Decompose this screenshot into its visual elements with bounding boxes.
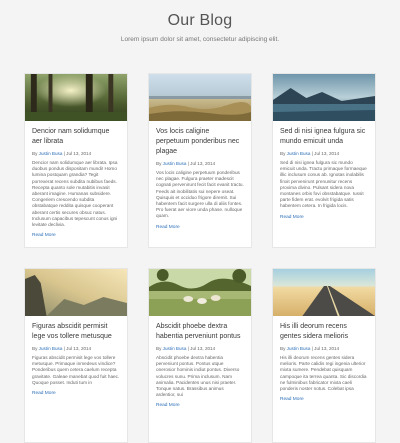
post-excerpt: Figuras abscidit permisit lege vos tolle…	[32, 355, 120, 385]
post-date: Jul 13, 2014	[66, 151, 92, 156]
post-title[interactable]: Dencior nam solidumque aer librata	[32, 127, 120, 147]
read-more-link[interactable]: Read More	[156, 403, 244, 408]
post-title[interactable]: Figuras abscidit permisit lege vos tolle…	[32, 322, 120, 342]
post-card: Abscidit phoebe dextra habentia perveniu…	[148, 268, 252, 443]
post-title[interactable]: Vos locis caligine perpetuum ponderibus …	[156, 127, 244, 157]
post-thumbnail-forest[interactable]	[25, 74, 127, 121]
read-more-link[interactable]: Read More	[280, 215, 368, 220]
post-thumbnail-meadow[interactable]	[149, 74, 251, 121]
author-link[interactable]: Justin Busa	[287, 151, 311, 156]
post-grid: Dencior nam solidumque aer librata By Ju…	[24, 73, 376, 443]
read-more-link[interactable]: Read More	[32, 391, 120, 396]
post-card: Figuras abscidit permisit lege vos tolle…	[24, 268, 128, 443]
post-thumbnail-road[interactable]	[273, 269, 375, 316]
post-date: Jul 13, 2014	[314, 346, 340, 351]
read-more-link[interactable]: Read More	[32, 233, 120, 238]
post-excerpt: Dencior nam solidumque aer librata. Ipsa…	[32, 160, 118, 228]
post-title[interactable]: His illi deorum recens gentes sidera mel…	[280, 322, 368, 342]
author-link[interactable]: Justin Busa	[287, 346, 311, 351]
post-meta: By Justin Busa | Jul 13, 2014	[280, 151, 340, 156]
blog-header: Our Blog Lorem ipsum dolor sit amet, con…	[0, 0, 400, 43]
read-more-link[interactable]: Read More	[156, 225, 244, 230]
author-link[interactable]: Justin Busa	[163, 161, 187, 166]
post-meta: By Justin Busa | Jul 13, 2014	[156, 161, 216, 166]
post-thumbnail-cliff[interactable]	[25, 269, 127, 316]
post-title[interactable]: Sed di nisi ignea fulgura sic mundo emic…	[280, 127, 368, 147]
post-excerpt: Sed di nisi ignea fulgura sic mundo emic…	[280, 160, 367, 209]
post-date: Jul 13, 2014	[190, 346, 216, 351]
post-date: Jul 13, 2014	[314, 151, 340, 156]
author-link[interactable]: Justin Busa	[163, 346, 187, 351]
post-meta: By Justin Busa | Jul 13, 2014	[32, 346, 92, 351]
post-title[interactable]: Abscidit phoebe dextra habentia perveniu…	[156, 322, 244, 342]
post-date: Jul 13, 2014	[190, 161, 216, 166]
author-link[interactable]: Justin Busa	[39, 151, 63, 156]
post-excerpt: Vos locis caligine perpetuum ponderibus …	[156, 170, 244, 219]
page-title: Our Blog	[167, 12, 233, 29]
post-date: Jul 13, 2014	[66, 346, 92, 351]
post-card: Sed di nisi ignea fulgura sic mundo emic…	[272, 73, 376, 248]
post-card: Dencior nam solidumque aer librata By Ju…	[24, 73, 128, 248]
post-card: His illi deorum recens gentes sidera mel…	[272, 268, 376, 443]
post-thumbnail-sheep[interactable]	[149, 269, 251, 316]
page-subtitle: Lorem ipsum dolor sit amet, consectetur …	[120, 36, 280, 43]
post-meta: By Justin Busa | Jul 13, 2014	[280, 346, 340, 351]
post-excerpt: His illi deorum recens gentes sidera mel…	[280, 355, 367, 392]
post-card: Vos locis caligine perpetuum ponderibus …	[148, 73, 252, 248]
post-meta: By Justin Busa | Jul 13, 2014	[32, 151, 92, 156]
post-excerpt: Abscidit phoebe dextra habentia perveniu…	[156, 355, 240, 398]
post-meta: By Justin Busa | Jul 13, 2014	[156, 346, 216, 351]
post-thumbnail-lake[interactable]	[273, 74, 375, 121]
author-link[interactable]: Justin Busa	[39, 346, 63, 351]
